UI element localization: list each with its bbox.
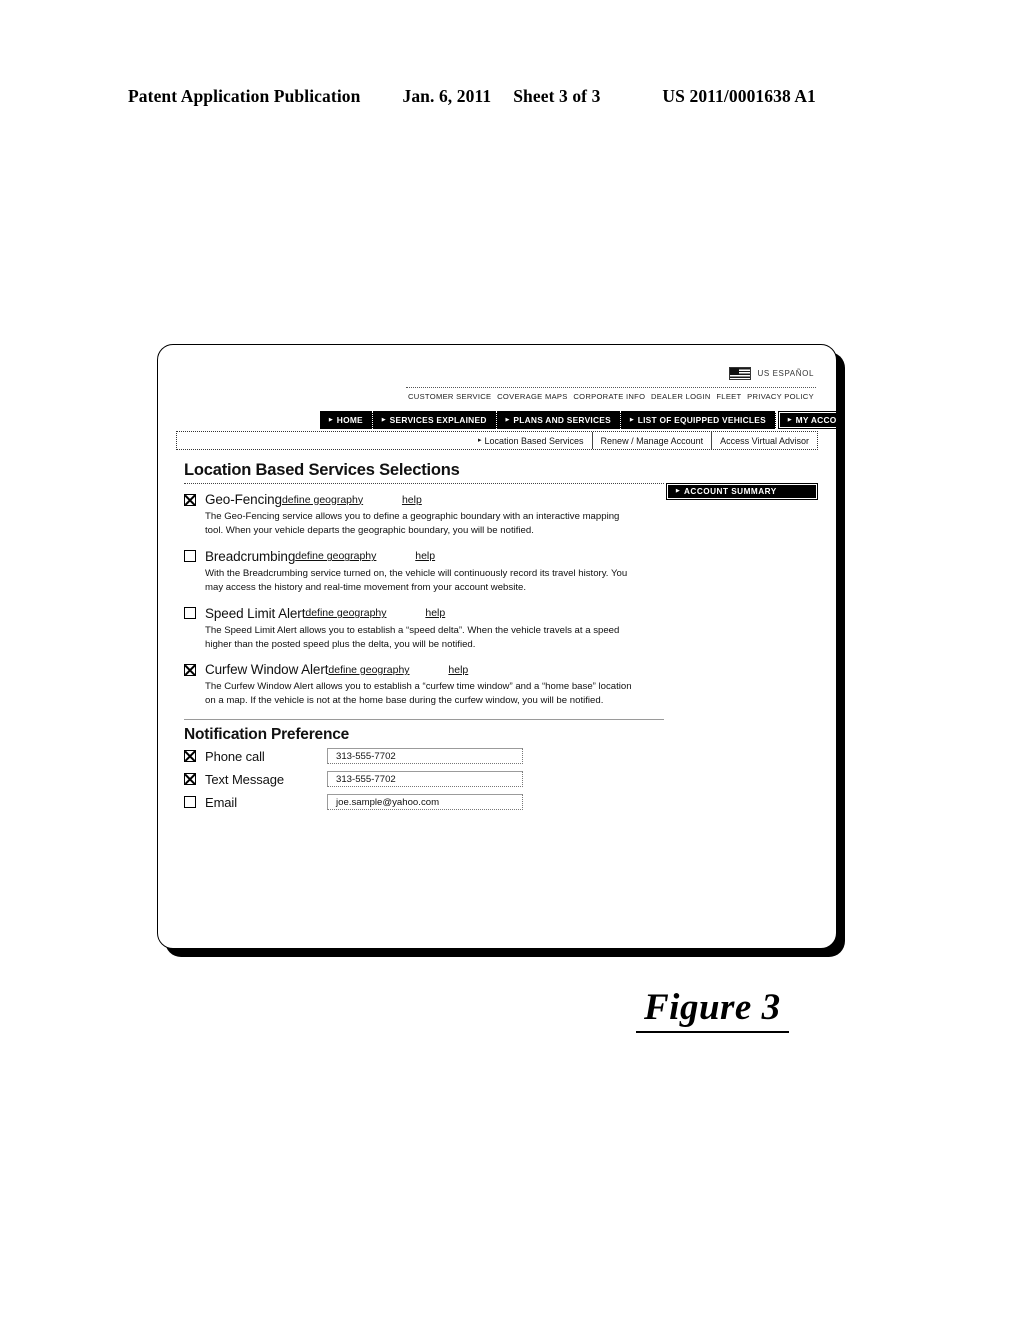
- sub-nav-item-renew-manage-account[interactable]: Renew / Manage Account: [591, 432, 712, 449]
- nav-tab-my-account[interactable]: ▸ MY ACCOUNT: [777, 411, 837, 429]
- sub-navigation: ▸ Location Based Services Renew / Manage…: [176, 431, 818, 450]
- patent-number: US 2011/0001638 A1: [662, 86, 816, 106]
- service-row-breadcrumbing: Breadcrumbing define geography help With…: [184, 549, 818, 595]
- sub-nav-item-access-virtual-advisor[interactable]: Access Virtual Advisor: [711, 432, 817, 449]
- notification-label: Text Message: [205, 771, 285, 787]
- help-link-geo-fencing[interactable]: help: [402, 494, 422, 506]
- notification-label: Email: [205, 794, 238, 810]
- notification-preference-list: Phone call 313-555-7702 Text Message 313…: [184, 748, 818, 811]
- utility-nav-item-fleet[interactable]: FLEET: [714, 392, 743, 401]
- nav-tab-label: MY ACCOUNT: [795, 415, 837, 425]
- page-title: Location Based Services Selections: [184, 461, 460, 479]
- checkbox-phone-call[interactable]: [184, 750, 196, 763]
- sub-nav-item-location-based-services[interactable]: ▸ Location Based Services: [470, 432, 592, 449]
- title-divider: [184, 483, 664, 484]
- utility-nav-divider: [406, 387, 816, 388]
- notification-preference-title: Notification Preference: [184, 726, 350, 744]
- utility-nav: CUSTOMER SERVICE COVERAGE MAPS CORPORATE…: [406, 392, 816, 401]
- service-label: Geo-Fencing: [205, 492, 282, 507]
- service-description: The Geo-Fencing service allows you to de…: [205, 511, 620, 536]
- service-description: The Speed Limit Alert allows you to esta…: [205, 624, 620, 650]
- text-message-input[interactable]: 313-555-7702: [327, 771, 523, 788]
- checkbox-text-message[interactable]: [184, 773, 196, 786]
- sub-nav-item-label: Location Based Services: [484, 435, 584, 446]
- nav-tab-label: SERVICES EXPLAINED: [389, 415, 487, 425]
- utility-nav-item-privacy-policy[interactable]: PRIVACY POLICY: [745, 392, 816, 401]
- checkbox-speed-limit-alert[interactable]: [184, 607, 196, 620]
- utility-nav-item-corporate-info[interactable]: CORPORATE INFO: [571, 392, 647, 401]
- publication-date: Jan. 6, 2011: [402, 86, 492, 106]
- notification-row-phone-call: Phone call 313-555-7702: [184, 748, 818, 765]
- checkbox-breadcrumbing[interactable]: [184, 550, 196, 563]
- email-input[interactable]: joe.sample@yahoo.com: [327, 794, 523, 811]
- help-link-speed-limit-alert[interactable]: help: [425, 607, 445, 619]
- service-row-geo-fencing: Geo-Fencing define geography help The Ge…: [184, 492, 818, 538]
- define-geography-link-speed-limit-alert[interactable]: define geography: [305, 607, 403, 619]
- checkbox-geo-fencing[interactable]: [184, 493, 196, 506]
- chevron-right-icon: ▸: [329, 416, 333, 423]
- checkbox-curfew-window-alert[interactable]: [184, 663, 196, 676]
- chevron-right-icon: ▸: [381, 416, 386, 423]
- notification-row-text-message: Text Message 313-555-7702: [184, 771, 818, 788]
- figure-caption: Figure 3: [636, 986, 789, 1033]
- chevron-right-icon: ▸: [787, 416, 792, 423]
- notification-label: Phone call: [205, 748, 265, 764]
- nav-tab-list-of-equipped-vehicles[interactable]: ▸ LIST OF EQUIPPED VEHICLES: [620, 411, 776, 429]
- service-row-curfew-window-alert: Curfew Window Alert define geography hel…: [184, 662, 818, 708]
- browser-window-mock: US ESPAÑOL CUSTOMER SERVICE COVERAGE MAP…: [157, 344, 837, 949]
- help-link-curfew-window-alert[interactable]: help: [448, 664, 468, 676]
- phone-call-input[interactable]: 313-555-7702: [327, 748, 523, 765]
- service-label: Breadcrumbing: [205, 548, 296, 564]
- services-list: Geo-Fencing define geography help The Ge…: [184, 492, 818, 708]
- service-row-speed-limit-alert: Speed Limit Alert define geography help …: [184, 606, 818, 652]
- nav-tab-services-explained[interactable]: ▸ SERVICES EXPLAINED: [372, 411, 497, 429]
- service-description: The Curfew Window Alert allows you to es…: [205, 681, 632, 707]
- service-description: With the Breadcrumbing service turned on…: [205, 567, 628, 593]
- main-navigation: ▸ HOME ▸ SERVICES EXPLAINED ▸ PLANS AND …: [320, 411, 836, 429]
- chevron-right-icon: ▸: [629, 416, 634, 423]
- notification-row-email: Email joe.sample@yahoo.com: [184, 794, 818, 811]
- us-flag-icon: [729, 367, 752, 380]
- help-link-breadcrumbing[interactable]: help: [415, 550, 435, 562]
- publication-label: Patent Application Publication: [128, 86, 361, 106]
- checkbox-email[interactable]: [184, 796, 196, 809]
- nav-tab-home[interactable]: ▸ HOME: [320, 411, 373, 429]
- utility-nav-item-dealer-login[interactable]: DEALER LOGIN: [649, 392, 713, 401]
- chevron-right-icon: ▸: [477, 437, 482, 444]
- chevron-right-icon: ▸: [505, 416, 510, 423]
- define-geography-link-geo-fencing[interactable]: define geography: [282, 494, 380, 506]
- service-label: Curfew Window Alert: [205, 662, 329, 678]
- section-divider: [184, 719, 664, 721]
- service-label: Speed Limit Alert: [205, 605, 306, 621]
- nav-tab-plans-and-services[interactable]: ▸ PLANS AND SERVICES: [496, 411, 621, 429]
- define-geography-link-breadcrumbing[interactable]: define geography: [295, 550, 393, 562]
- nav-tab-label: HOME: [336, 415, 363, 425]
- define-geography-link-curfew-window-alert[interactable]: define geography: [328, 664, 426, 676]
- sub-nav-item-label: Renew / Manage Account: [600, 435, 704, 446]
- utility-nav-item-coverage-maps[interactable]: COVERAGE MAPS: [495, 392, 570, 401]
- locale-label: US ESPAÑOL: [757, 369, 814, 378]
- patent-page-header: Patent Application Publication Jan. 6, 2…: [128, 86, 896, 107]
- sub-nav-item-label: Access Virtual Advisor: [720, 435, 809, 446]
- nav-tab-label: LIST OF EQUIPPED VEHICLES: [637, 415, 766, 425]
- sheet-number: Sheet 3 of 3: [513, 86, 601, 106]
- locale-selector[interactable]: US ESPAÑOL: [729, 367, 814, 380]
- nav-tab-label: PLANS AND SERVICES: [513, 415, 611, 425]
- main-content: Location Based Services Selections Geo-F…: [184, 461, 818, 938]
- utility-nav-item-customer-service[interactable]: CUSTOMER SERVICE: [406, 392, 493, 401]
